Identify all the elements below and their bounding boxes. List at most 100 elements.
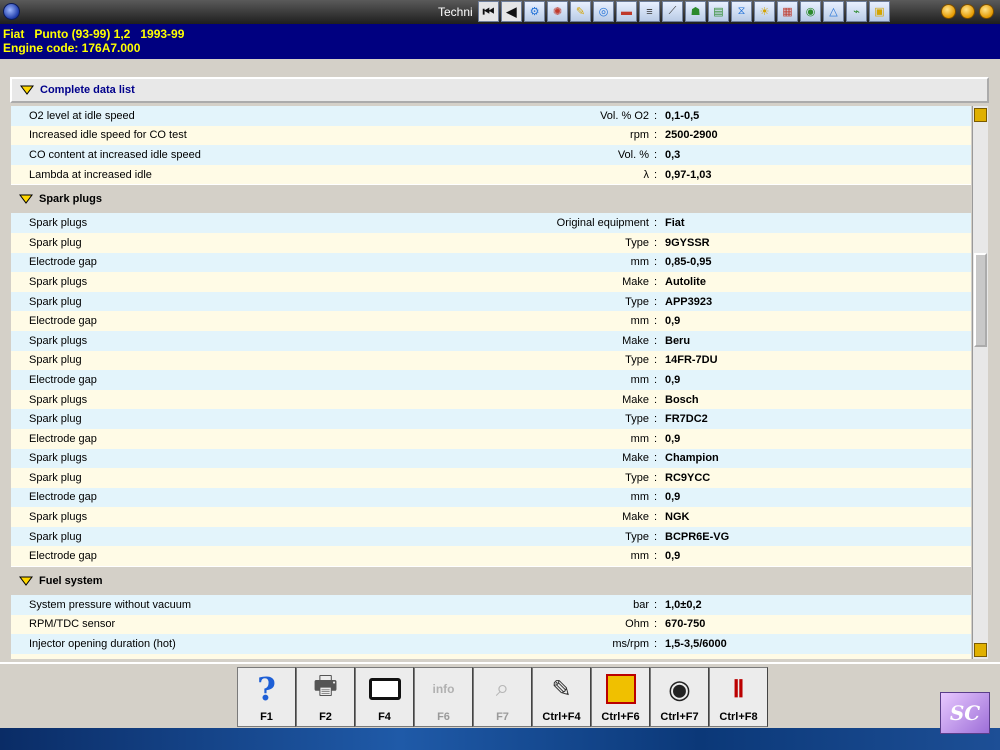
spark-plugs-section[interactable]: Spark plugs (11, 184, 971, 214)
parameter-name: Spark plug (29, 471, 82, 484)
colon-separator: : (653, 373, 657, 386)
unit-label: ms/rpm (612, 638, 649, 651)
colon-separator: : (653, 638, 657, 651)
colon-separator: : (653, 168, 657, 181)
parameter-name: Electrode gap (29, 373, 97, 386)
parameter-value: APP3923 (665, 295, 713, 308)
parameter-name: Spark plugs (29, 334, 88, 347)
unit-label: Type (625, 413, 649, 426)
tool-icon[interactable]: ⟋ (662, 1, 683, 22)
unit-label: Type (625, 530, 649, 543)
close-button[interactable] (979, 4, 994, 19)
diagnostics-icon[interactable]: ◎ (593, 1, 614, 22)
parameter-name: Lambda at increased idle (29, 168, 152, 181)
unit-label: mm (630, 315, 649, 328)
document-icon[interactable]: ▣ (869, 1, 890, 22)
info-graphic-icon: info (432, 682, 455, 696)
wheel-icon[interactable]: ◉ (800, 1, 821, 22)
section-label: Complete data list (40, 84, 135, 96)
scroll-up-button[interactable] (974, 108, 987, 122)
scroll-down-button[interactable] (974, 643, 987, 657)
vehicle-header: Fiat Punto (93-99) 1,2 1993-99 Engine co… (0, 24, 1000, 59)
fkey-f6-button: info F6 (414, 667, 473, 727)
fkey-f4-button[interactable]: F4 (355, 667, 414, 727)
battery-icon[interactable]: ▬ (616, 1, 637, 22)
table-row: Increased idle speed for CO test rpm:2500… (11, 125, 971, 146)
fkey-f7-button: ⌕ F7 (473, 667, 532, 727)
complete-data-list-header[interactable]: Complete data list (10, 77, 989, 103)
chevron-down-icon (19, 576, 33, 586)
parameter-value: 0,9 (665, 432, 681, 445)
colon-separator: : (653, 109, 657, 122)
parameter-name: Spark plug (29, 295, 82, 308)
warning-icon[interactable]: △ (823, 1, 844, 22)
colon-separator: : (653, 471, 657, 484)
parameter-value: 0,85-0,95 (665, 256, 712, 269)
unit-label: mm (630, 256, 649, 269)
notes-icon: ✎ (551, 675, 572, 703)
ignition-icon[interactable]: ✺ (547, 1, 568, 22)
table-row: Electrode gap mm:0,9 (11, 428, 971, 449)
colon-separator: : (653, 334, 657, 347)
fkey-ctrl-f4-button[interactable]: ✎ Ctrl+F4 (532, 667, 591, 727)
fkey-f2-button[interactable]: 🖶 F2 (296, 667, 355, 727)
scroll-thumb[interactable] (974, 253, 987, 347)
parameter-value: 2500-2900 (665, 129, 718, 142)
timing-belt-icon[interactable]: ⧖ (731, 1, 752, 22)
vertical-scrollbar[interactable] (972, 106, 988, 659)
parameter-name: Spark plugs (29, 452, 88, 465)
table-row: Spark plugs Original equipment: Fiat (11, 213, 971, 233)
unit-label: Vol. % O2 (600, 109, 649, 122)
parameter-value: 14FR-7DU (665, 354, 718, 367)
table-row: Spark plugs Make: Bosch (11, 389, 971, 410)
table-row: O2 level at idle speed Vol. % O2:0,1-0,5 (11, 106, 971, 126)
parameter-name: RPM/TDC sensor (29, 618, 116, 631)
colon-separator: : (653, 217, 657, 230)
parameter-name: Spark plug (29, 413, 82, 426)
window-title: Techni (438, 5, 473, 19)
fkey-ctrl-f7-button[interactable]: ◉ Ctrl+F7 (650, 667, 709, 727)
fuel-system-section[interactable]: Fuel system (11, 566, 971, 596)
exhaust-icon[interactable]: ☗ (685, 1, 706, 22)
minimize-button[interactable] (941, 4, 956, 19)
fkey-label: Ctrl+F8 (719, 711, 758, 723)
body-icon[interactable]: ▦ (777, 1, 798, 22)
unit-label: bar (633, 598, 649, 611)
fkey-ctrl-f6-button[interactable]: Ctrl+F6 (591, 667, 650, 727)
parameter-name: Spark plug (29, 530, 82, 543)
wrench-icon[interactable]: ✎ (570, 1, 591, 22)
brake-icon[interactable]: ▤ (708, 1, 729, 22)
colon-separator: : (653, 491, 657, 504)
section-label: Spark plugs (39, 193, 102, 206)
parameter-value: Beru (665, 334, 691, 347)
title-bar: Techni ⏮ ◀ ⚙ ✺ ✎ ◎ ▬ ≡ ⟋ ☗ ▤ ⧖ ☀ ▦ ◉ △ ⌁… (0, 0, 1000, 24)
fkey-f1-button[interactable]: ? F1 (237, 667, 296, 727)
unit-label: mm (630, 373, 649, 386)
colon-separator: : (653, 275, 657, 288)
unit-label: Type (625, 236, 649, 249)
unit-label: rpm (630, 129, 649, 142)
first-page-icon[interactable]: ⏮ (478, 1, 499, 22)
electrical-icon[interactable]: ⌁ (846, 1, 867, 22)
app-globe-icon[interactable] (3, 3, 20, 20)
maintenance-icon[interactable]: ☀ (754, 1, 775, 22)
vehicle-model: Fiat Punto (93-99) 1,2 1993-99 (3, 27, 185, 41)
table-row: System pressure without vacuum bar:1,0±0,… (11, 595, 971, 615)
previous-page-icon[interactable]: ◀ (501, 1, 522, 22)
parameter-value: NGK (665, 511, 690, 524)
colon-separator: : (653, 393, 657, 406)
maximize-button[interactable] (960, 4, 975, 19)
window-icon (365, 671, 405, 707)
torque-icon[interactable]: ≡ (639, 1, 660, 22)
fkey-label: Ctrl+F7 (660, 711, 699, 723)
colon-separator: : (653, 452, 657, 465)
table-row: Electrode gap mm:0,85-0,95 (11, 252, 971, 273)
parameter-name: Electrode gap (29, 491, 97, 504)
engine-icon[interactable]: ⚙ (524, 1, 545, 22)
colon-separator: : (653, 256, 657, 269)
parameter-name: Spark plugs (29, 275, 88, 288)
parameter-value: 0,3 (665, 148, 681, 161)
table-row: CO content at increased idle speed Vol. %… (11, 145, 971, 165)
parameter-name: Injector opening duration (hot) (29, 638, 176, 651)
fkey-ctrl-f8-button[interactable]: Ⅱ Ctrl+F8 (709, 667, 768, 727)
